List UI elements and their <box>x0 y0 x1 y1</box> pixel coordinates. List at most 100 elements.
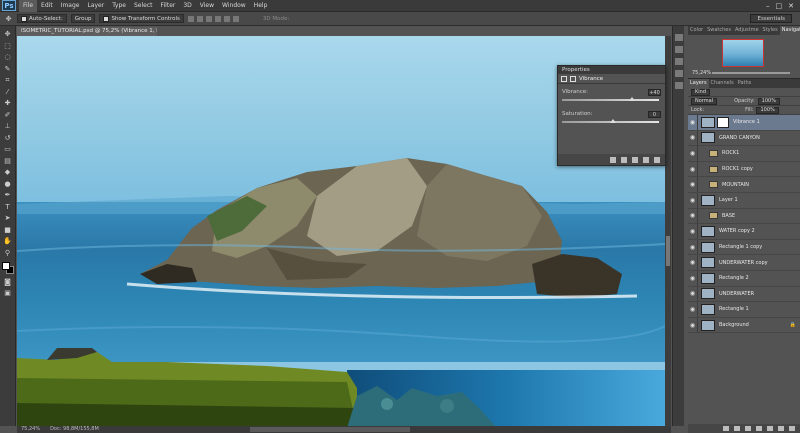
tab-paths[interactable]: Paths <box>736 79 754 88</box>
close-button[interactable]: ✕ <box>788 2 794 10</box>
tab-channels[interactable]: Channels <box>709 79 736 88</box>
layer-name[interactable]: ROCK1 <box>722 150 739 156</box>
brush-preset-icon[interactable] <box>674 58 683 65</box>
kind-filter-dropdown[interactable]: Kind <box>691 88 711 96</box>
healing-icon[interactable]: ✚ <box>3 99 12 107</box>
menu-layer[interactable]: Layer <box>83 0 108 12</box>
menu-type[interactable]: Type <box>108 0 130 12</box>
tab-layers[interactable]: Layers <box>688 79 709 88</box>
actions-icon[interactable] <box>674 46 683 53</box>
layer-row[interactable]: ◉ Vibrance 1 <box>688 115 800 131</box>
minimize-button[interactable]: – <box>766 2 770 10</box>
type-icon[interactable]: T <box>3 203 12 211</box>
menu-file[interactable]: File <box>19 0 38 12</box>
shape-icon[interactable]: ■ <box>3 226 12 234</box>
layer-name[interactable]: UNDERWATER <box>719 291 754 297</box>
eye-icon[interactable]: ◉ <box>688 239 698 255</box>
paragraph-icon[interactable] <box>674 82 683 89</box>
eraser-icon[interactable]: ▭ <box>3 145 12 153</box>
quick-select-icon[interactable]: ✎ <box>3 65 12 73</box>
quick-mask-icon[interactable]: ◙ <box>3 278 12 286</box>
navigator-zoom-slider[interactable] <box>712 72 790 74</box>
layer-name[interactable]: Rectangle 1 <box>719 306 749 312</box>
tab-swatches[interactable]: Swatches <box>705 26 733 35</box>
dodge-icon[interactable]: ● <box>3 180 12 188</box>
vibrance-slider-track[interactable] <box>562 99 659 101</box>
eye-icon[interactable]: ◉ <box>688 130 698 146</box>
screen-mode-icon[interactable]: ▣ <box>3 289 12 297</box>
layer-mask-thumbnail[interactable] <box>717 116 729 128</box>
opacity-field[interactable]: 100% <box>757 97 780 105</box>
layer-row[interactable]: ◉ BASE <box>688 208 800 225</box>
show-transform-checkbox[interactable]: Show Transform Controls <box>99 14 184 23</box>
brush-icon[interactable]: ✐ <box>3 111 12 119</box>
eye-icon[interactable]: ◉ <box>688 146 698 161</box>
move-tool-icon[interactable]: ✥ <box>4 15 13 23</box>
layer-name[interactable]: Vibrance 1 <box>733 119 760 125</box>
layer-row[interactable]: ◉ ROCK1 copy <box>688 161 800 178</box>
eye-icon[interactable]: ◉ <box>688 192 698 208</box>
pen-icon[interactable]: ✒ <box>3 191 12 199</box>
color-swatches[interactable] <box>1 262 14 274</box>
auto-select-dropdown[interactable]: Group <box>70 14 96 23</box>
blur-icon[interactable]: ◆ <box>3 168 12 176</box>
layer-row[interactable]: ◉ GRAND CANYON <box>688 130 800 147</box>
layer-name[interactable]: Layer 1 <box>719 197 738 203</box>
fx-icon[interactable] <box>734 426 740 431</box>
history-icon[interactable] <box>674 34 683 41</box>
layer-name[interactable]: Background <box>719 322 749 328</box>
layer-row[interactable]: ◉ UNDERWATER copy <box>688 255 800 271</box>
saturation-value-field[interactable]: 0 <box>648 111 661 118</box>
trash-icon[interactable] <box>654 156 660 163</box>
reset-icon[interactable] <box>632 156 638 163</box>
workspace-dropdown[interactable]: Essentials <box>750 14 792 23</box>
path-select-icon[interactable]: ➤ <box>3 214 12 222</box>
mask-icon[interactable] <box>570 75 576 82</box>
layer-name[interactable]: GRAND CANYON <box>719 135 760 141</box>
move-icon[interactable]: ✥ <box>3 30 12 38</box>
menu-help[interactable]: Help <box>250 0 272 12</box>
zoom-readout[interactable]: 75,24% <box>21 426 40 433</box>
horizontal-scrollbar[interactable] <box>250 427 410 432</box>
visibility-icon[interactable] <box>643 156 649 163</box>
layer-row[interactable]: ◉ Rectangle 2 <box>688 270 800 287</box>
eye-icon[interactable]: ◉ <box>688 302 698 317</box>
menu-select[interactable]: Select <box>130 0 157 12</box>
new-group-icon[interactable] <box>767 426 773 431</box>
vibrance-value-field[interactable]: +40 <box>648 89 661 96</box>
tab-color[interactable]: Color <box>688 26 705 35</box>
document-tab[interactable]: ISOMETRIC_TUTORIAL.psd @ 75,2% (Vibrance… <box>17 27 157 36</box>
add-mask-icon[interactable] <box>745 426 751 431</box>
gradient-icon[interactable]: ▤ <box>3 157 12 165</box>
layer-name[interactable]: Rectangle 1 copy <box>719 244 762 250</box>
menu-filter[interactable]: Filter <box>157 0 180 12</box>
layer-name[interactable]: Rectangle 2 <box>719 275 749 281</box>
navigator-thumbnail[interactable] <box>722 39 764 67</box>
eye-icon[interactable]: ◉ <box>688 255 698 270</box>
tab-adjustments[interactable]: Adjustme <box>733 26 761 35</box>
eye-icon[interactable]: ◉ <box>688 270 698 286</box>
auto-select-checkbox[interactable]: Auto-Select: <box>17 14 67 23</box>
new-layer-icon[interactable] <box>778 426 784 431</box>
eye-icon[interactable]: ◉ <box>688 161 698 177</box>
eye-icon[interactable]: ◉ <box>688 317 698 333</box>
layer-row[interactable]: ◉ UNDERWATER <box>688 286 800 303</box>
vibrance-slider-knob[interactable] <box>628 97 635 101</box>
saturation-slider-knob[interactable] <box>609 119 616 123</box>
layer-name[interactable]: UNDERWATER copy <box>719 260 768 266</box>
menu-window[interactable]: Window <box>218 0 250 12</box>
fill-field[interactable]: 100% <box>756 106 779 114</box>
lasso-icon[interactable]: ◌ <box>3 53 12 61</box>
menu-view[interactable]: View <box>196 0 218 12</box>
history-brush-icon[interactable]: ↺ <box>3 134 12 142</box>
layer-row[interactable]: ◉ WATER copy 2 <box>688 224 800 240</box>
eye-icon[interactable]: ◉ <box>688 208 698 224</box>
eyedropper-icon[interactable]: ⁄ <box>3 88 12 96</box>
eye-icon[interactable]: ◉ <box>688 115 698 130</box>
eye-toggle-icon[interactable] <box>621 156 627 163</box>
menu-3d[interactable]: 3D <box>179 0 195 12</box>
hand-icon[interactable]: ✋ <box>3 237 12 245</box>
stamp-icon[interactable]: ⊥ <box>3 122 12 130</box>
maximize-button[interactable]: □ <box>776 2 783 10</box>
blend-mode-dropdown[interactable]: Normal <box>691 97 718 105</box>
